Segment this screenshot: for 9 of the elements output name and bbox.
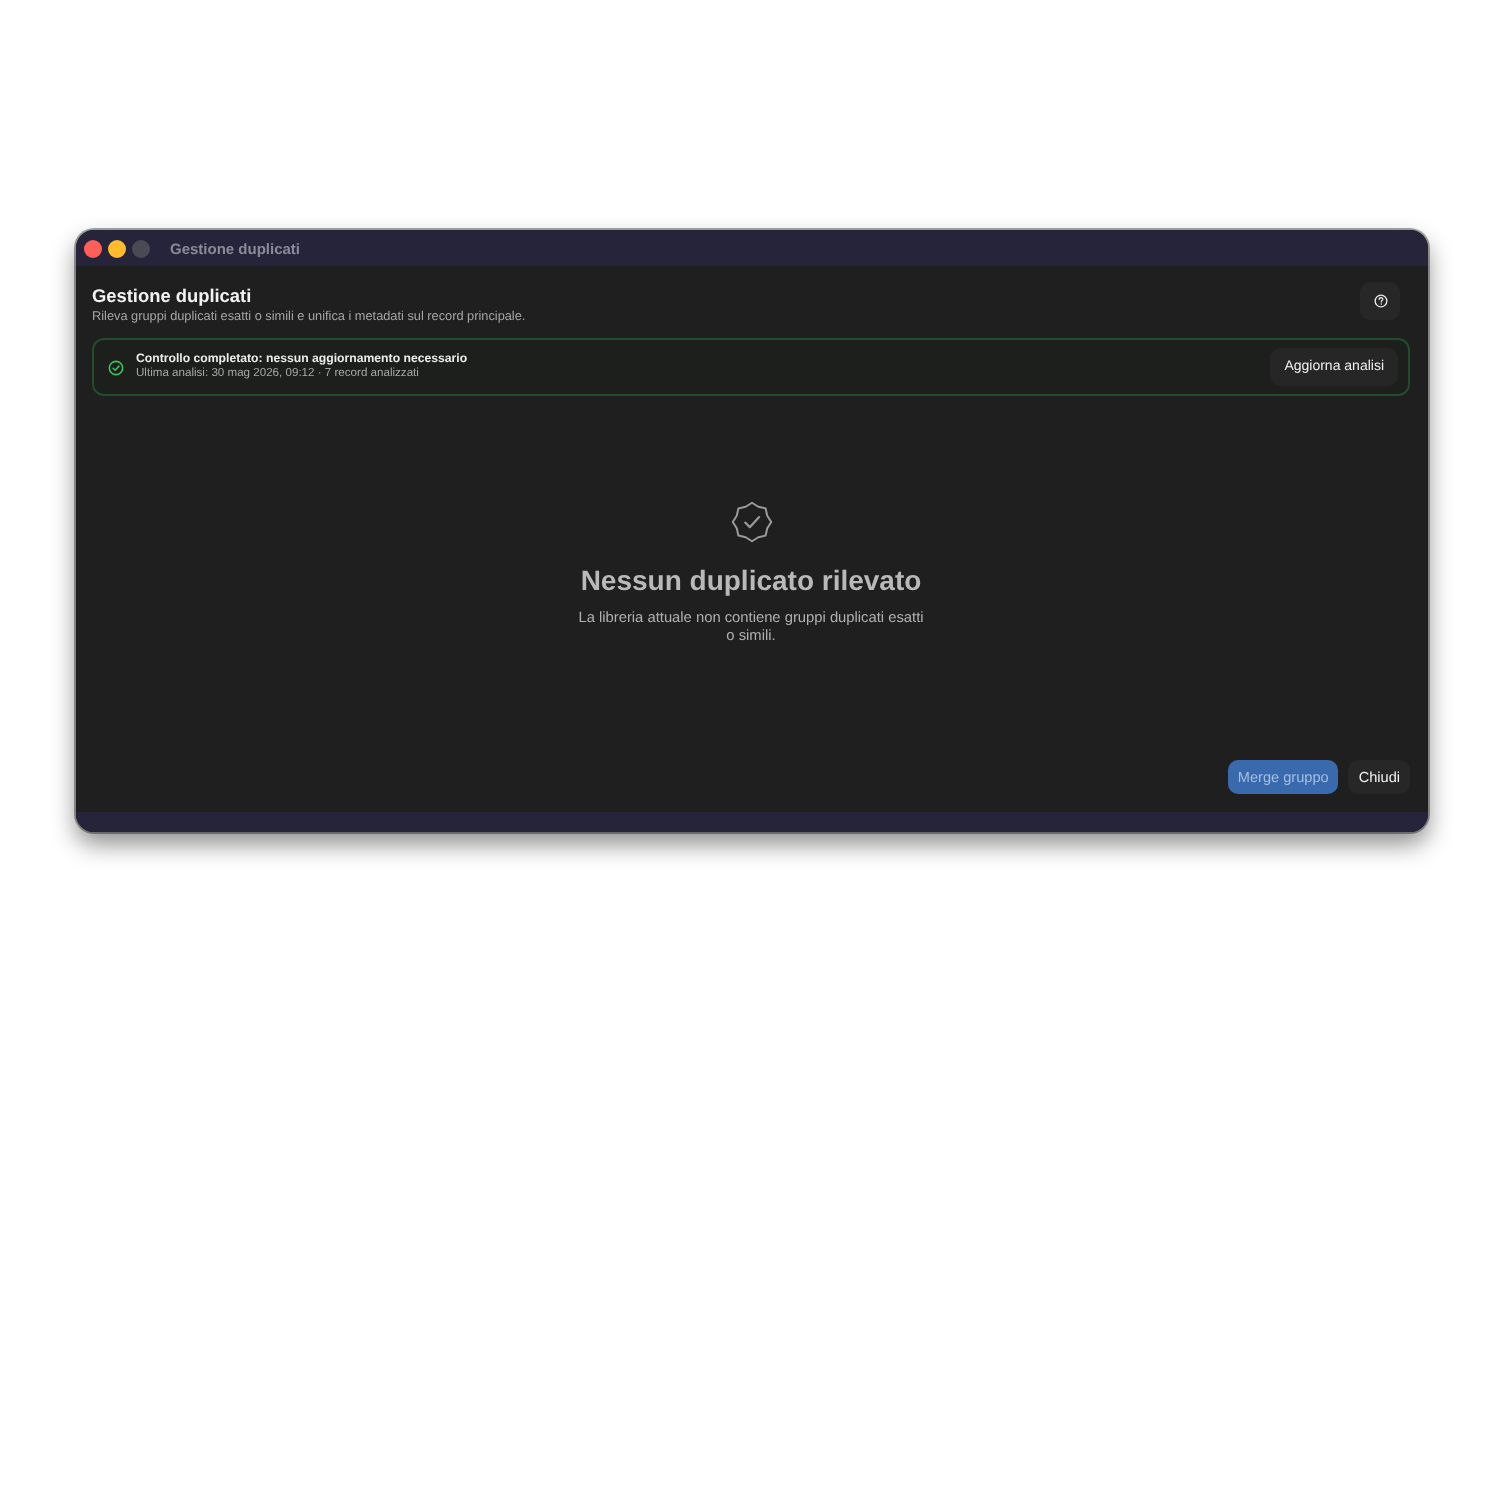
dialog-title: Gestione duplicati (92, 284, 254, 308)
help-button[interactable] (1360, 282, 1400, 320)
zoom-icon (132, 239, 150, 257)
badge-check-icon (729, 500, 773, 544)
minimize-icon[interactable] (108, 239, 126, 257)
help-icon (1373, 294, 1387, 308)
empty-state-title: Nessun duplicato rilevato (580, 564, 922, 598)
close-icon[interactable] (84, 239, 102, 257)
check-circle-icon (108, 359, 124, 375)
